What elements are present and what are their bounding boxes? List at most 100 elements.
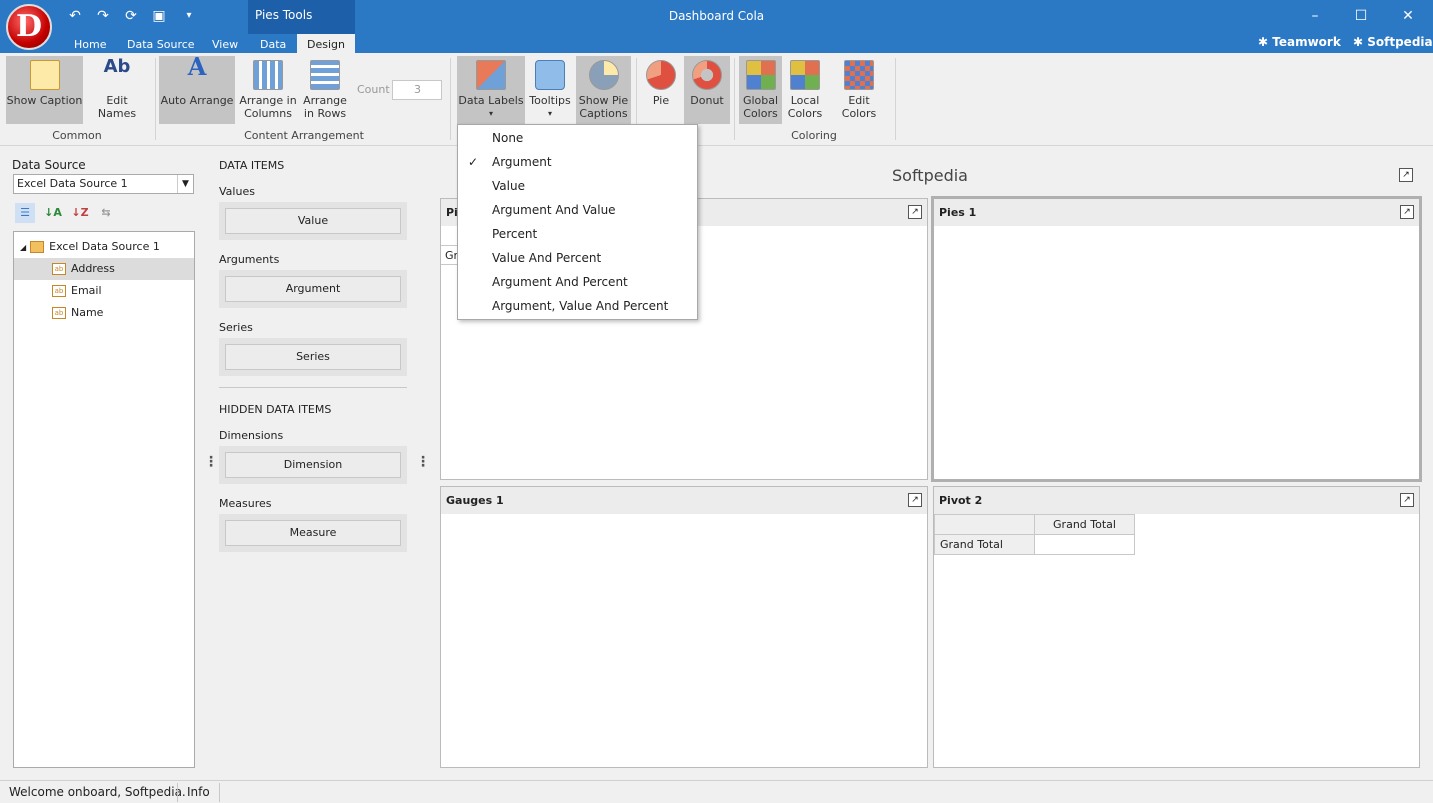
teamwork-link[interactable]: ✱ Teamwork xyxy=(1258,35,1341,49)
tree-field-name[interactable]: ab Name xyxy=(14,302,194,324)
export-icon[interactable]: ↗ xyxy=(908,493,922,507)
show-caption-button[interactable]: Show Caption xyxy=(6,56,83,124)
tooltips-button[interactable]: Tooltips ▾ xyxy=(527,56,573,124)
export-icon[interactable]: ↗ xyxy=(908,205,922,219)
splitter-handle-icon[interactable]: ⋮ xyxy=(204,454,218,470)
menu-item-argument-and-value[interactable]: Argument And Value xyxy=(458,198,697,222)
pivot-table: Grand Total Grand Total xyxy=(934,514,1135,555)
arrange-columns-button[interactable]: Arrange in Columns xyxy=(238,56,298,124)
arrange-rows-label-1: Arrange xyxy=(303,94,347,107)
group-by-type-icon[interactable]: ☰ xyxy=(15,203,35,223)
tab-data[interactable]: Data xyxy=(260,38,286,51)
export-icon[interactable]: ↗ xyxy=(1399,168,1413,182)
check-icon: ✓ xyxy=(468,155,479,169)
dimension-drop-button[interactable]: Dimension xyxy=(225,452,401,478)
datasource-icon xyxy=(30,241,45,253)
tab-data-source[interactable]: Data Source xyxy=(127,38,195,51)
edit-names-button[interactable]: Ab Edit Names xyxy=(86,56,148,124)
softpedia-user[interactable]: ✱ Softpedia xyxy=(1353,35,1433,49)
data-labels-icon xyxy=(476,60,506,90)
user-label: Softpedia xyxy=(1367,35,1433,49)
menu-item-value[interactable]: Value xyxy=(458,174,697,198)
menu-item-argument[interactable]: ✓ Argument xyxy=(458,150,697,174)
local-colors-button[interactable]: Local Colors xyxy=(785,56,825,124)
splitter-handle-icon[interactable]: ⋮ xyxy=(416,454,430,470)
export-icon[interactable]: ↗ xyxy=(1400,493,1414,507)
rows-icon xyxy=(310,60,340,90)
menu-item-percent[interactable]: Percent xyxy=(458,222,697,246)
status-message: Welcome onboard, Softpedia. xyxy=(9,785,186,799)
donut-icon xyxy=(692,60,722,90)
donut-button[interactable]: Donut xyxy=(684,56,730,124)
sort-za-icon[interactable]: ↓Z xyxy=(70,203,90,223)
tree-field-address[interactable]: ab Address xyxy=(14,258,194,280)
global-colors-button[interactable]: Global Colors xyxy=(739,56,782,124)
global-colors-label-2: Colors xyxy=(743,107,778,120)
data-source-value: Excel Data Source 1 xyxy=(17,177,128,190)
export-icon[interactable]: ↗ xyxy=(1400,205,1414,219)
string-field-icon: ab xyxy=(52,263,66,275)
collapse-icon[interactable]: ◢ xyxy=(20,243,26,252)
pie-captions-icon xyxy=(588,60,619,90)
data-source-label: Data Source xyxy=(12,158,86,172)
count-label: Count xyxy=(357,83,390,96)
show-pie-captions-button[interactable]: Show Pie Captions xyxy=(576,56,631,124)
series-label: Series xyxy=(219,321,253,334)
pivot-column-header[interactable]: Grand Total xyxy=(1034,514,1135,535)
status-divider xyxy=(177,783,178,802)
data-source-select[interactable]: Excel Data Source 1 ▼ xyxy=(13,174,194,194)
close-icon[interactable]: ✕ xyxy=(1398,8,1418,24)
tab-design[interactable]: Design xyxy=(297,34,355,53)
menu-item-argument-and-percent[interactable]: Argument And Percent xyxy=(458,270,697,294)
window-title: Dashboard Cola xyxy=(668,9,765,23)
menu-item-argument-value-percent[interactable]: Argument, Value And Percent xyxy=(458,294,697,318)
title-bar: D ↶ ↷ ⟳ ▣ ▾ Dashboard Cola Pies Tools Ho… xyxy=(0,0,1433,53)
menu-item-value-and-percent[interactable]: Value And Percent xyxy=(458,246,697,270)
value-drop-button[interactable]: Value xyxy=(225,208,401,234)
field-label: Name xyxy=(71,306,104,319)
field-label: Address xyxy=(71,262,115,275)
arguments-label: Arguments xyxy=(219,253,280,266)
maximize-icon[interactable]: ☐ xyxy=(1351,8,1371,24)
tab-view[interactable]: View xyxy=(212,38,238,51)
menu-item-none[interactable]: None xyxy=(458,126,697,150)
local-colors-label-2: Colors xyxy=(787,107,823,120)
arrange-rows-button[interactable]: Arrange in Rows xyxy=(300,56,350,124)
edit-colors-button[interactable]: Edit Colors xyxy=(830,56,888,124)
sort-az-icon[interactable]: ↓A xyxy=(43,203,63,223)
tree-root[interactable]: ◢ Excel Data Source 1 xyxy=(14,236,194,258)
data-labels-button[interactable]: Data Labels ▾ xyxy=(457,56,525,124)
show-pie-captions-label-2: Captions xyxy=(579,107,628,120)
panel-gauges[interactable]: Gauges 1 ↗ xyxy=(440,486,928,768)
count-stepper[interactable]: 3 xyxy=(392,80,442,100)
measures-label: Measures xyxy=(219,497,272,510)
group-content-arrangement: Content Arrangement xyxy=(244,129,364,142)
pivot-row-header[interactable]: Grand Total xyxy=(934,534,1035,555)
chevron-down-icon[interactable]: ▼ xyxy=(177,175,193,193)
global-colors-label-1: Global xyxy=(742,94,779,107)
measure-drop-button[interactable]: Measure xyxy=(225,520,401,546)
pie-button[interactable]: Pie xyxy=(641,56,681,124)
show-caption-label: Show Caption xyxy=(6,94,83,107)
global-colors-icon xyxy=(745,60,776,90)
swap-icon[interactable]: ⇆ xyxy=(96,203,116,223)
minimize-icon[interactable]: – xyxy=(1305,8,1325,24)
argument-drop-button[interactable]: Argument xyxy=(225,276,401,302)
series-drop-button[interactable]: Series xyxy=(225,344,401,370)
gauges-title: Gauges 1 xyxy=(446,494,504,507)
local-colors-label-1: Local xyxy=(790,94,820,107)
status-divider xyxy=(219,783,220,802)
panel-pivot[interactable]: Pivot 2 ↗ Grand Total Grand Total xyxy=(933,486,1420,768)
data-source-panel: Data Source Excel Data Source 1 ▼ ☰ ↓A ↓… xyxy=(0,147,200,780)
field-tree: ◢ Excel Data Source 1 ab Address ab Email a… xyxy=(13,231,195,768)
status-info[interactable]: Info xyxy=(187,785,210,799)
panel-pies[interactable]: Pies 1 ↗ xyxy=(931,196,1422,482)
arrange-columns-label-2: Columns xyxy=(244,107,292,120)
tree-field-email[interactable]: ab Email xyxy=(14,280,194,302)
gauges-header: Gauges 1 xyxy=(441,487,927,514)
tab-home[interactable]: Home xyxy=(74,38,106,51)
auto-arrange-icon: A xyxy=(187,52,207,81)
data-items-panel: DATA ITEMS Values Value Arguments Argume… xyxy=(200,147,436,780)
ribbon-separator xyxy=(895,58,896,140)
auto-arrange-button[interactable]: A Auto Arrange xyxy=(159,52,235,124)
